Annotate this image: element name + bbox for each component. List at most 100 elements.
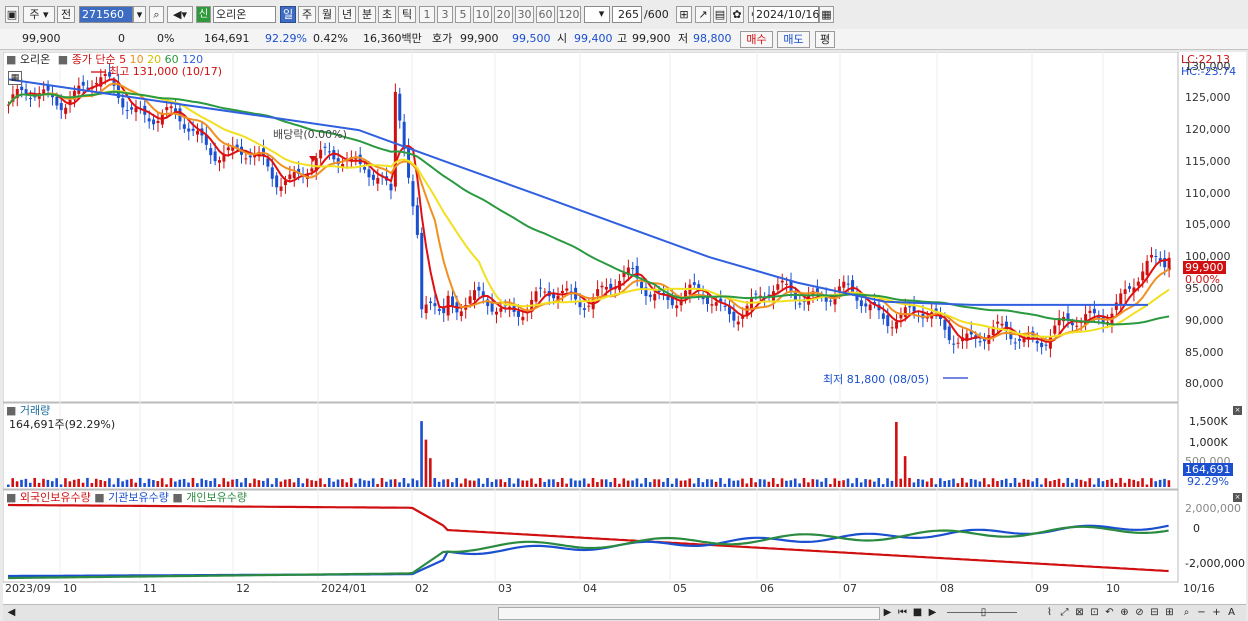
count-input[interactable]: 265: [612, 6, 642, 23]
volume-bar: [1150, 478, 1153, 487]
close-holdings-icon[interactable]: ×: [1233, 493, 1242, 502]
volume-bar: [1088, 478, 1092, 487]
volume-bar: [380, 478, 384, 487]
change-rate: 0%: [157, 32, 175, 45]
tool-9-icon[interactable]: ⊞: [1163, 606, 1176, 619]
candle-body: [538, 287, 542, 289]
zoom-in-icon[interactable]: +: [1210, 606, 1223, 619]
zoom-search-icon[interactable]: ⌕: [1180, 606, 1193, 619]
time-tick: 2023/09: [5, 582, 51, 595]
scroll-left-icon[interactable]: ◀: [5, 606, 18, 619]
period-week[interactable]: 주: [298, 6, 316, 23]
tool-4-icon[interactable]: ⊡: [1088, 606, 1101, 619]
market-label: 주: [29, 8, 40, 21]
period-tick[interactable]: 틱: [398, 6, 416, 23]
candle-body: [692, 282, 696, 285]
date-input[interactable]: 2024/10/16: [753, 6, 819, 23]
period-month[interactable]: 월: [318, 6, 336, 23]
volume-bar: [1110, 478, 1114, 487]
volume-bar: [859, 482, 863, 487]
scroll-right-icon[interactable]: ▶: [881, 606, 894, 619]
custom-interval-dropdown-icon[interactable]: ▾: [595, 6, 608, 23]
holdings-individual: 개인보유수량: [186, 491, 248, 504]
volume-bar: [385, 481, 388, 487]
code-dropdown-icon[interactable]: ▾: [133, 6, 146, 23]
volume-bar: [257, 480, 261, 487]
speaker-icon[interactable]: ◀▾: [167, 6, 193, 23]
volume-bar: [55, 478, 58, 487]
volume-bar: [323, 484, 327, 487]
table-icon[interactable]: ▦: [8, 71, 22, 85]
chart-area[interactable]: ■ 오리온 ■ 종가 단순 5 10 20 60 120 ▦ 최고 131,00…: [2, 51, 1246, 604]
candle-body: [1040, 342, 1044, 348]
period-year[interactable]: 년: [338, 6, 356, 23]
market-select[interactable]: 주 ▾: [23, 6, 55, 23]
open-value: 99,400: [574, 32, 613, 45]
stock-code-input[interactable]: 271560: [79, 6, 133, 23]
interval-10[interactable]: 10: [473, 6, 492, 23]
candle-body: [187, 128, 191, 132]
legend-stock-name: 오리온: [19, 53, 51, 66]
buy-button[interactable]: 매수: [740, 31, 773, 48]
tool-8-icon[interactable]: ⊟: [1148, 606, 1161, 619]
volume-panel-frame: [2, 402, 1179, 490]
bottom-scrollbar[interactable]: ◀ ▶ ⏮ ■ ▶ ▯ ⌇ ⤢ ⊠ ⊡ ↶ ⊕ ⊘ ⊟ ⊞ ⌕ − + A: [3, 604, 1246, 621]
volume-bar: [873, 481, 876, 487]
volume-bar: [855, 477, 859, 487]
prev-button[interactable]: 전: [57, 6, 75, 23]
tool-6-icon[interactable]: ⊕: [1118, 606, 1131, 619]
volume-bar: [820, 481, 823, 487]
volume-bar: [815, 479, 819, 487]
volume-bar: [578, 480, 582, 487]
period-second[interactable]: 초: [378, 6, 396, 23]
volume-bar: [789, 480, 793, 487]
tool-5-icon[interactable]: ↶: [1103, 606, 1116, 619]
interval-120[interactable]: 120: [557, 6, 581, 23]
tool-1-icon[interactable]: ⌇: [1043, 606, 1056, 619]
search-icon[interactable]: ⌕: [149, 6, 164, 23]
candle-body: [534, 291, 538, 302]
volume-bar: [965, 482, 968, 487]
volume-bar: [411, 478, 415, 487]
stop-icon[interactable]: ■: [911, 606, 924, 619]
calendar-icon[interactable]: ▦: [819, 6, 834, 23]
volume-bar: [371, 478, 375, 487]
candle-body: [468, 296, 472, 304]
zoom-thumb[interactable]: ▯: [977, 606, 990, 619]
window-icon[interactable]: ▣: [5, 6, 19, 23]
stock-name-field[interactable]: 오리온: [213, 6, 276, 23]
zoom-out-icon[interactable]: −: [1195, 606, 1208, 619]
interval-20[interactable]: 20: [494, 6, 513, 23]
volume-bar: [829, 484, 832, 487]
candle-body: [543, 291, 547, 293]
rewind-icon[interactable]: ⏮: [896, 606, 909, 619]
volume-bar: [415, 480, 419, 487]
candle-body: [895, 321, 899, 329]
save-icon[interactable]: ▤: [713, 6, 727, 23]
close-panel-icon[interactable]: ×: [1233, 406, 1242, 415]
tool-3-icon[interactable]: ⊠: [1073, 606, 1086, 619]
eval-button[interactable]: 평: [815, 31, 835, 48]
volume-bar: [11, 478, 14, 487]
candle-body: [754, 293, 758, 295]
tool-2-icon[interactable]: ⤢: [1058, 606, 1071, 619]
interval-60[interactable]: 60: [536, 6, 555, 23]
period-minute[interactable]: 분: [358, 6, 376, 23]
toolbar: ▣ 주 ▾ 전 271560 ▾ ⌕ ◀▾ 신 오리온 일 주 월 년 분 초 …: [0, 0, 1248, 30]
font-size-icon[interactable]: A: [1225, 606, 1238, 619]
draw-tool-icon[interactable]: ↗: [695, 6, 711, 23]
volume-bar: [244, 477, 247, 487]
period-day[interactable]: 일: [280, 6, 296, 23]
scroll-thumb[interactable]: [498, 607, 880, 620]
interval-5[interactable]: 5: [455, 6, 471, 23]
tool-7-icon[interactable]: ⊘: [1133, 606, 1146, 619]
config-icon[interactable]: ✿: [730, 6, 744, 23]
interval-30[interactable]: 30: [515, 6, 534, 23]
play-icon[interactable]: ▶: [926, 606, 939, 619]
candle-body: [956, 342, 960, 344]
interval-3[interactable]: 3: [437, 6, 453, 23]
sell-button[interactable]: 매도: [777, 31, 810, 48]
grid-icon[interactable]: ⊞: [676, 6, 692, 23]
interval-1[interactable]: 1: [419, 6, 435, 23]
volume-bar: [508, 477, 511, 487]
